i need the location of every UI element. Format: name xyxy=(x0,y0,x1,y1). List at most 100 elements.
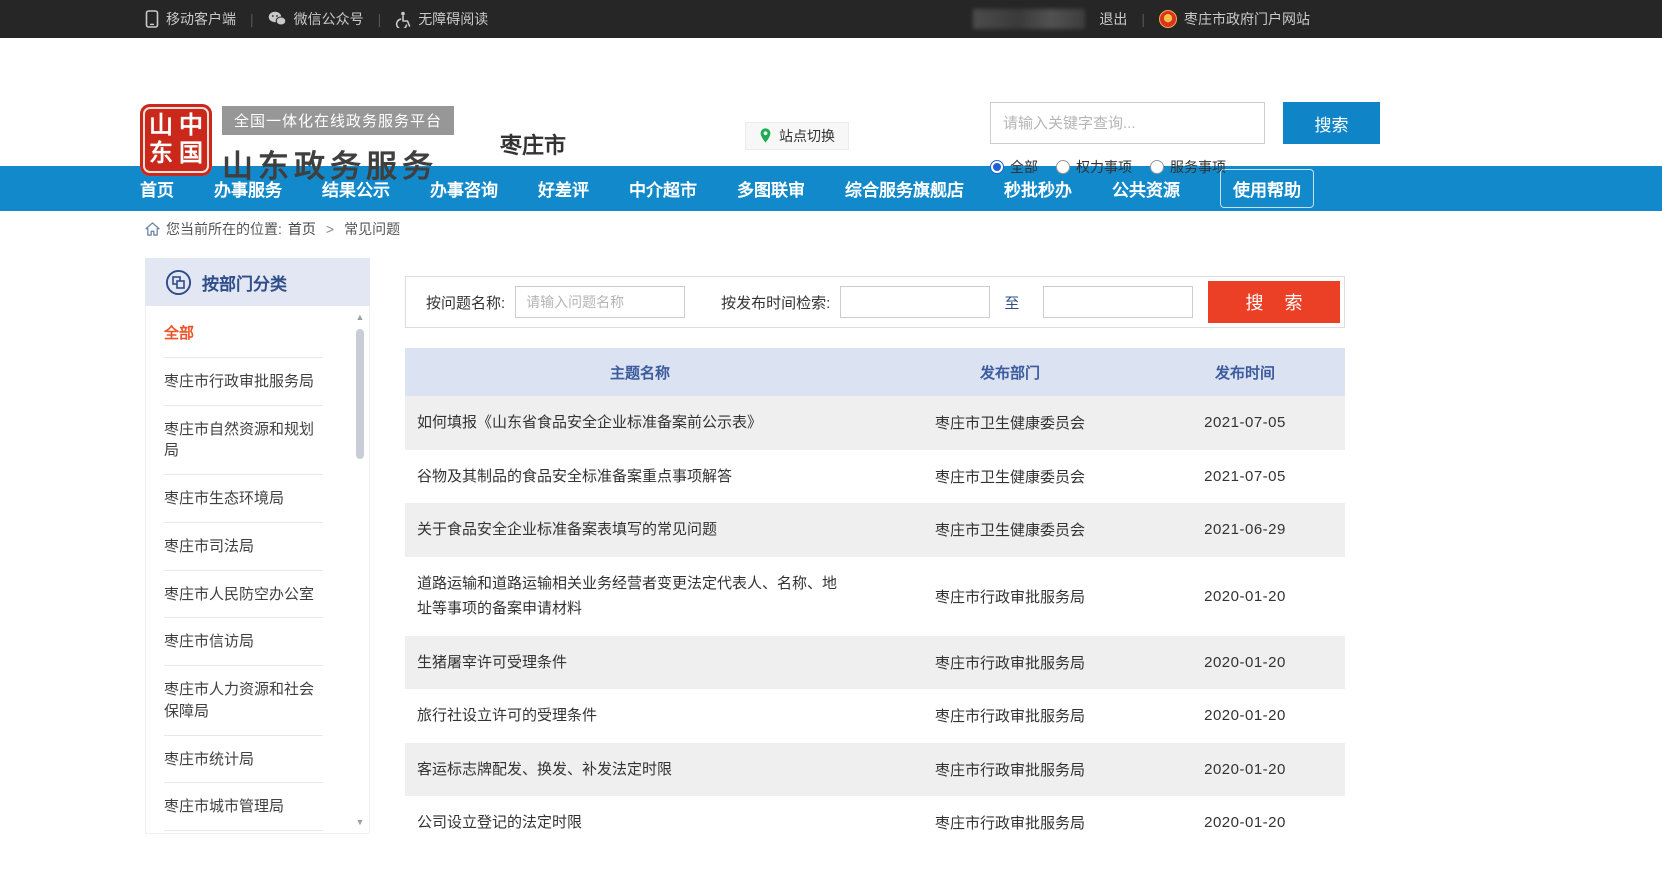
department-cell: 枣庄市行政审批服务局 xyxy=(875,586,1145,607)
date-cell: 2021-06-29 xyxy=(1145,521,1345,538)
question-title-link[interactable]: 旅行社设立许可的受理条件 xyxy=(405,689,875,743)
publish-date-label: 按发布时间检索: xyxy=(721,292,830,313)
question-title-link[interactable]: 生猪屠宰许可受理条件 xyxy=(405,636,875,690)
nav-item[interactable]: 好差评 xyxy=(538,176,589,201)
radio-label: 全部 xyxy=(1010,157,1038,177)
keyword-search-input[interactable] xyxy=(990,102,1265,144)
nav-item[interactable]: 综合服务旗舰店 xyxy=(845,176,964,201)
department-item[interactable]: 枣庄市城市管理局 xyxy=(164,783,323,831)
search-scope-radios: 全部 权力事项 服务事项 xyxy=(990,157,1380,177)
question-title-link[interactable]: 公司设立登记的法定时限 xyxy=(405,796,875,850)
date-cell: 2020-01-20 xyxy=(1145,588,1345,605)
department-item[interactable]: 枣庄市公安局 xyxy=(164,831,323,834)
department-item[interactable]: 枣庄市人民防空办公室 xyxy=(164,571,323,619)
accessibility-link[interactable]: 无障碍阅读 xyxy=(395,9,488,29)
department-item[interactable]: 枣庄市统计局 xyxy=(164,736,323,784)
breadcrumb-home-link[interactable]: 首页 xyxy=(288,219,316,239)
scroll-down-icon[interactable]: ▼ xyxy=(356,817,365,827)
top-utility-bar: 移动客户端 | 微信公众号 | 无障碍阅读 退出 | 枣庄市政府门户网站 xyxy=(0,0,1662,38)
nav-item[interactable]: 多图联审 xyxy=(737,176,805,201)
search-scope-radio[interactable]: 权力事项 xyxy=(1056,157,1132,177)
breadcrumb-prefix: 您当前所在的位置: xyxy=(166,219,282,239)
question-title-link[interactable]: 关于食品安全企业标准备案表填写的常见问题 xyxy=(405,503,875,557)
date-cell: 2021-07-05 xyxy=(1145,468,1345,485)
filter-search-button[interactable]: 搜 索 xyxy=(1208,281,1340,323)
header-search-area: 搜索 全部 权力事项 服务事项 xyxy=(990,102,1380,177)
date-cell: 2020-01-20 xyxy=(1145,654,1345,671)
site-title: 山东政务服务 xyxy=(222,141,454,186)
shandong-seal-logo: 山中东国 xyxy=(140,104,212,176)
logo-text-block: 全国一体化在线政务服务平台 山东政务服务 xyxy=(222,106,454,186)
scroll-thumb[interactable] xyxy=(356,329,364,459)
portal-link[interactable]: 枣庄市政府门户网站 xyxy=(1159,9,1310,29)
content-area: 按问题名称: 按发布时间检索: 至 搜 索 主题名称 发布部门 发布时间 如何填… xyxy=(405,276,1345,850)
mobile-app-label: 移动客户端 xyxy=(166,9,236,29)
logout-link[interactable]: 退出 xyxy=(1099,9,1127,29)
table-row: 公司设立登记的法定时限 枣庄市行政审批服务局 2020-01-20 xyxy=(405,796,1345,850)
platform-badge: 全国一体化在线政务服务平台 xyxy=(222,106,454,135)
radio-label: 服务事项 xyxy=(1170,157,1226,177)
seal-char: 国 xyxy=(176,140,206,168)
question-title-link[interactable]: 如何填报《山东省食品安全企业标准备案前公示表》 xyxy=(405,396,875,450)
table-body: 如何填报《山东省食品安全企业标准备案前公示表》 枣庄市卫生健康委员会 2021-… xyxy=(405,396,1345,850)
wechat-account-link[interactable]: 微信公众号 xyxy=(268,9,364,29)
question-name-input[interactable] xyxy=(515,286,685,318)
sidebar-header: 按部门分类 xyxy=(145,258,370,306)
table-row: 旅行社设立许可的受理条件 枣庄市行政审批服务局 2020-01-20 xyxy=(405,689,1345,743)
table-header-row: 主题名称 发布部门 发布时间 xyxy=(405,348,1345,396)
nav-item[interactable]: 公共资源 xyxy=(1112,176,1180,201)
department-item[interactable]: 枣庄市生态环境局 xyxy=(164,475,323,523)
divider: | xyxy=(378,11,382,27)
scroll-up-icon[interactable]: ▲ xyxy=(356,312,365,322)
department-cell: 枣庄市卫生健康委员会 xyxy=(875,466,1145,487)
home-icon xyxy=(145,222,160,236)
nav-item[interactable]: 中介超市 xyxy=(629,176,697,201)
nav-item[interactable]: 首页 xyxy=(140,176,174,201)
date-to-label: 至 xyxy=(1004,292,1019,313)
accessibility-icon xyxy=(395,11,411,28)
radio-icon xyxy=(1056,160,1070,174)
department-cell: 枣庄市卫生健康委员会 xyxy=(875,412,1145,433)
breadcrumb: 您当前所在的位置: 首页 > 常见问题 xyxy=(0,211,1662,247)
location-pin-icon xyxy=(759,128,772,145)
column-header-title: 主题名称 xyxy=(405,362,875,383)
department-sidebar: 按部门分类 全部枣庄市行政审批服务局枣庄市自然资源和规划局枣庄市生态环境局枣庄市… xyxy=(145,258,370,834)
department-item[interactable]: 枣庄市自然资源和规划局 xyxy=(164,406,323,476)
table-row: 生猪屠宰许可受理条件 枣庄市行政审批服务局 2020-01-20 xyxy=(405,636,1345,690)
table-row: 客运标志牌配发、换发、补发法定时限 枣庄市行政审批服务局 2020-01-20 xyxy=(405,743,1345,797)
department-item[interactable]: 枣庄市司法局 xyxy=(164,523,323,571)
seal-char: 山 xyxy=(146,112,176,140)
department-cell: 枣庄市行政审批服务局 xyxy=(875,652,1145,673)
department-item[interactable]: 全部 xyxy=(164,310,323,358)
divider: | xyxy=(250,11,254,27)
radio-icon xyxy=(990,160,1004,174)
date-cell: 2021-07-05 xyxy=(1145,414,1345,431)
question-title-link[interactable]: 客运标志牌配发、换发、补发法定时限 xyxy=(405,743,875,797)
accessibility-label: 无障碍阅读 xyxy=(418,9,488,29)
department-item[interactable]: 枣庄市行政审批服务局 xyxy=(164,358,323,406)
search-scope-radio[interactable]: 服务事项 xyxy=(1150,157,1226,177)
question-title-link[interactable]: 道路运输和道路运输相关业务经营者变更法定代表人、名称、地址等事项的备案申请材料 xyxy=(405,557,875,636)
scroll-track[interactable] xyxy=(356,325,364,814)
date-from-input[interactable] xyxy=(840,286,990,318)
header-search-button[interactable]: 搜索 xyxy=(1283,102,1380,144)
breadcrumb-current: 常见问题 xyxy=(344,219,400,239)
divider: | xyxy=(1141,11,1145,27)
question-title-link[interactable]: 谷物及其制品的食品安全标准备案重点事项解答 xyxy=(405,450,875,504)
department-cell: 枣庄市行政审批服务局 xyxy=(875,812,1145,833)
mobile-app-link[interactable]: 移动客户端 xyxy=(145,9,236,29)
sidebar-scrollbar[interactable]: ▲ ▼ xyxy=(354,312,366,827)
search-scope-radio[interactable]: 全部 xyxy=(990,157,1038,177)
date-to-input[interactable] xyxy=(1043,286,1193,318)
date-cell: 2020-01-20 xyxy=(1145,707,1345,724)
breadcrumb-separator: > xyxy=(326,221,334,237)
user-name-redacted xyxy=(973,9,1085,29)
site-switch-button[interactable]: 站点切换 xyxy=(745,122,849,150)
wechat-account-label: 微信公众号 xyxy=(294,9,364,29)
department-item[interactable]: 枣庄市人力资源和社会保障局 xyxy=(164,666,323,736)
department-item[interactable]: 枣庄市信访局 xyxy=(164,618,323,666)
radio-label: 权力事项 xyxy=(1076,157,1132,177)
wechat-icon xyxy=(268,11,287,27)
question-filter-bar: 按问题名称: 按发布时间检索: 至 搜 索 xyxy=(405,276,1345,328)
nav-item[interactable]: 秒批秒办 xyxy=(1004,176,1072,201)
